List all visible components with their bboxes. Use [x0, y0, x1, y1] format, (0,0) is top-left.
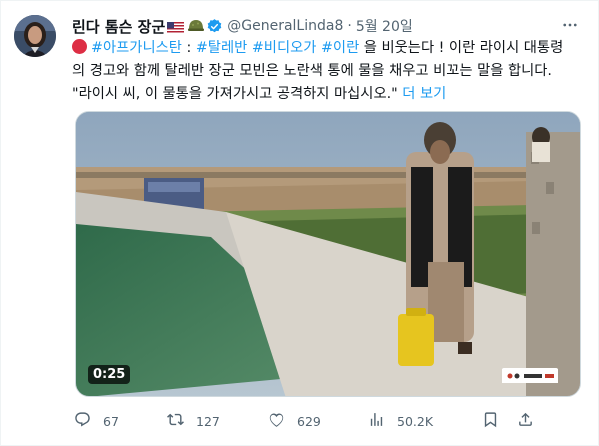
avatar[interactable] — [14, 15, 56, 57]
share-button[interactable] — [517, 410, 534, 432]
flag-us-icon — [167, 20, 185, 34]
views-button[interactable]: 50.2K — [368, 410, 433, 432]
bookmark-icon — [482, 411, 499, 431]
hashtag-iran[interactable]: #이란 — [321, 40, 359, 56]
tweet-text: #아프가니스탄 : #탈레반 #비디오가 #이란 을 비웃는다 ! 이란 라이시… — [72, 37, 572, 105]
helmet-icon — [188, 19, 205, 33]
like-icon — [268, 411, 285, 431]
user-handle[interactable]: @GeneralLinda8 — [227, 18, 343, 34]
views-count: 50.2K — [397, 413, 434, 429]
hashtag-taliban[interactable]: #탈레반 — [196, 40, 247, 56]
display-name[interactable]: 린다 톰슨 장군 — [72, 16, 165, 37]
tweet-colon: : — [181, 40, 196, 56]
like-count: 629 — [297, 413, 321, 429]
hashtag-video[interactable]: #비디오가 — [252, 40, 317, 56]
views-icon — [368, 411, 385, 431]
like-button[interactable]: 629 — [268, 410, 321, 432]
reply-button[interactable]: 67 — [74, 410, 119, 432]
show-more-link[interactable]: 더 보기 — [402, 86, 446, 102]
retweet-icon — [167, 411, 184, 431]
tweet-card[interactable]: 린다 톰슨 장군 @GeneralLinda8 · 5월 20일 #아프가니스탄… — [0, 0, 599, 446]
share-icon — [517, 411, 534, 431]
more-icon[interactable] — [560, 15, 580, 35]
verified-badge-icon[interactable] — [206, 18, 223, 35]
red-circle-icon — [72, 39, 87, 54]
retweet-button[interactable]: 127 — [167, 410, 220, 432]
video-watermark — [502, 368, 558, 383]
tweet-date[interactable]: 5월 20일 — [356, 16, 413, 36]
retweet-count: 127 — [196, 413, 220, 429]
header-separator: · — [347, 18, 352, 34]
tweet-header: 린다 톰슨 장군 @GeneralLinda8 · 5월 20일 — [72, 15, 413, 37]
hashtag-afghanistan[interactable]: #아프가니스탄 — [91, 40, 182, 56]
tweet-actions: 67 127 629 50.2K — [72, 410, 592, 432]
reply-icon — [74, 411, 91, 431]
reply-count: 67 — [103, 413, 119, 429]
video-thumbnail — [76, 112, 580, 396]
video-duration: 0:25 — [88, 365, 131, 384]
bookmark-button[interactable] — [482, 410, 499, 432]
video-player[interactable]: 0:25 — [75, 111, 581, 397]
